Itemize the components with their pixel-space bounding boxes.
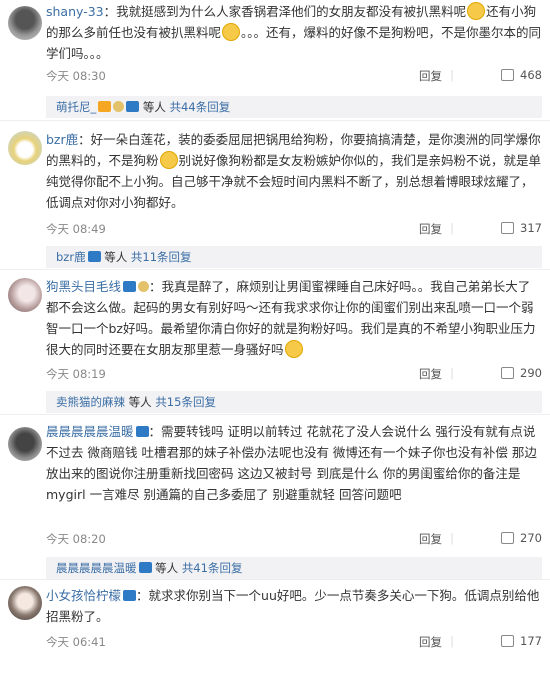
like-button[interactable]: 468 bbox=[501, 68, 542, 82]
reply-button[interactable]: 回复 bbox=[419, 221, 442, 237]
divider: | bbox=[450, 68, 454, 82]
timestamp: 今天 08:20 bbox=[46, 532, 106, 546]
emoji-icon bbox=[284, 340, 303, 358]
reply-username[interactable]: bzr鹿 bbox=[56, 250, 86, 264]
avatar[interactable] bbox=[8, 6, 42, 40]
replies-summary[interactable]: 卖熊猫的麻辣 等人 共15条回复 bbox=[46, 391, 542, 413]
emoji-icon bbox=[222, 23, 241, 41]
reply-username[interactable]: 萌托尼_ bbox=[56, 100, 96, 114]
avatar[interactable] bbox=[8, 586, 42, 620]
replies-summary[interactable]: 晨晨晨晨晨温暖 等人 共41条回复 bbox=[46, 557, 542, 579]
timestamp: 今天 08:19 bbox=[46, 367, 106, 381]
replies-summary[interactable]: bzr鹿 等人 共11条回复 bbox=[46, 246, 542, 268]
comment-text: bzr鹿：好一朵白莲花，装的委委屈屈把锅甩给狗粉，你要搞搞清楚，是你澳洲的同学爆… bbox=[46, 132, 542, 210]
comment-text: 晨晨晨晨晨温暖 ：需要转钱吗 证明以前转过 花就花了没人会说什么 强行没有就有点说… bbox=[46, 424, 537, 502]
level-badge-icon bbox=[138, 562, 152, 573]
comment-meta: 今天 06:41 回复 | 177 bbox=[46, 634, 542, 652]
replies-count-link[interactable]: 共15条回复 bbox=[155, 395, 216, 409]
reply-username[interactable]: 卖熊猫的麻辣 bbox=[56, 395, 125, 409]
like-button[interactable]: 270 bbox=[501, 531, 542, 545]
thumbs-up-icon bbox=[501, 222, 515, 234]
username[interactable]: 晨晨晨晨晨温暖 bbox=[46, 424, 134, 439]
like-button[interactable]: 317 bbox=[501, 221, 542, 235]
reply-button[interactable]: 回复 bbox=[419, 68, 442, 84]
avatar[interactable] bbox=[8, 278, 42, 312]
crown-badge-icon bbox=[113, 101, 125, 112]
like-button[interactable]: 177 bbox=[501, 634, 542, 648]
comment-meta: 今天 08:49 回复 | 317 bbox=[46, 221, 542, 239]
thumbs-up-icon bbox=[501, 69, 515, 81]
reply-button[interactable]: 回复 bbox=[419, 634, 442, 650]
avatar[interactable] bbox=[8, 427, 42, 461]
level-badge-icon bbox=[123, 590, 137, 601]
level-badge-icon bbox=[126, 101, 140, 112]
crown-badge-icon bbox=[138, 281, 150, 292]
divider: | bbox=[450, 221, 454, 235]
comment-meta: 今天 08:19 回复 | 290 bbox=[46, 366, 542, 384]
username[interactable]: bzr鹿 bbox=[46, 132, 78, 147]
replies-count-link[interactable]: 共44条回复 bbox=[170, 100, 231, 114]
like-button[interactable]: 290 bbox=[501, 366, 542, 380]
timestamp: 今天 08:49 bbox=[46, 222, 106, 236]
comment-text: shany-33：我就挺感到为什么人家香锅君泽他们的女朋友都没有被扒黑料呢 还有小… bbox=[46, 2, 542, 61]
reply-button[interactable]: 回复 bbox=[419, 366, 442, 382]
replies-count-link[interactable]: 共41条回复 bbox=[182, 561, 243, 575]
thumbs-up-icon bbox=[501, 532, 515, 544]
username[interactable]: 小女孩恰柠檬 bbox=[46, 588, 121, 603]
vip-badge-icon bbox=[98, 101, 112, 112]
comment-text: 小女孩恰柠檬 ：就求求你别当下一个uu好吧。少一点节奏多关心一下狗。低调点别给他招… bbox=[46, 588, 540, 624]
comment-item: 狗黑头目毛线 ：我真是醉了，麻烦别让男闺蜜裸睡自己床好吗。。我自己弟弟长大了都不会… bbox=[0, 270, 550, 415]
comment-item: shany-33：我就挺感到为什么人家香锅君泽他们的女朋友都没有被扒黑料呢 还有小… bbox=[0, 0, 550, 121]
avatar[interactable] bbox=[8, 131, 42, 165]
emoji-icon bbox=[159, 151, 178, 169]
timestamp: 今天 08:30 bbox=[46, 69, 106, 83]
level-badge-icon bbox=[87, 251, 101, 262]
comment-item: 小女孩恰柠檬 ：就求求你别当下一个uu好吧。少一点节奏多关心一下狗。低调点别给他招… bbox=[0, 580, 550, 674]
comment-item: bzr鹿：好一朵白莲花，装的委委屈屈把锅甩给狗粉，你要搞搞清楚，是你澳洲的同学爆… bbox=[0, 121, 550, 270]
level-badge-icon bbox=[135, 426, 149, 437]
comment-meta: 今天 08:30 回复 | 468 bbox=[46, 68, 542, 86]
comment-item: 晨晨晨晨晨温暖 ：需要转钱吗 证明以前转过 花就花了没人会说什么 强行没有就有点说… bbox=[0, 415, 550, 580]
comment-text: 狗黑头目毛线 ：我真是醉了，麻烦别让男闺蜜裸睡自己床好吗。。我自己弟弟长大了都不会… bbox=[46, 279, 536, 358]
level-badge-icon bbox=[123, 281, 137, 292]
thumbs-up-icon bbox=[501, 367, 515, 379]
thumbs-up-icon bbox=[501, 635, 515, 647]
username[interactable]: shany-33 bbox=[46, 4, 104, 19]
replies-summary[interactable]: 萌托尼_ 等人 共44条回复 bbox=[46, 96, 542, 118]
divider: | bbox=[450, 366, 454, 380]
emoji-icon bbox=[467, 2, 486, 20]
replies-count-link[interactable]: 共11条回复 bbox=[131, 250, 192, 264]
reply-username[interactable]: 晨晨晨晨晨温暖 bbox=[56, 561, 137, 575]
timestamp: 今天 06:41 bbox=[46, 635, 106, 649]
divider: | bbox=[450, 531, 454, 545]
divider: | bbox=[450, 634, 454, 648]
comment-meta: 今天 08:20 回复 | 270 bbox=[46, 531, 542, 549]
username[interactable]: 狗黑头目毛线 bbox=[46, 279, 121, 294]
reply-button[interactable]: 回复 bbox=[419, 531, 442, 547]
